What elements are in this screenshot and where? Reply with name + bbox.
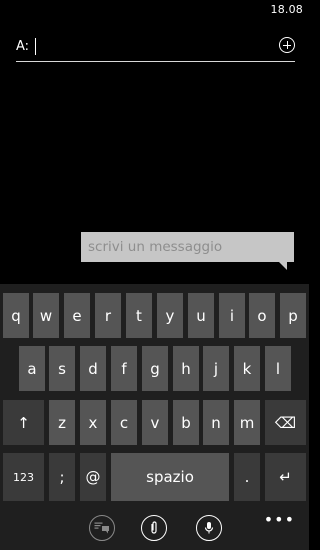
key-o[interactable]: o xyxy=(249,293,275,338)
backspace-key[interactable]: ⌫ xyxy=(265,400,306,445)
key-x[interactable]: x xyxy=(80,400,106,445)
key-m[interactable]: m xyxy=(234,400,260,445)
key-e[interactable]: e xyxy=(64,293,90,338)
message-input[interactable] xyxy=(81,232,294,262)
key-b[interactable]: b xyxy=(173,400,199,445)
key-d[interactable]: d xyxy=(80,346,106,391)
key-z[interactable]: z xyxy=(49,400,75,445)
compose-box[interactable] xyxy=(81,232,294,270)
key-q[interactable]: q xyxy=(3,293,29,338)
key-c[interactable]: c xyxy=(111,400,137,445)
key-y[interactable]: y xyxy=(157,293,183,338)
key-p[interactable]: p xyxy=(280,293,306,338)
recipient-underline xyxy=(16,61,295,62)
recipient-label: A: xyxy=(16,39,30,54)
semicolon-key[interactable]: ; xyxy=(49,453,75,501)
at-key[interactable]: @ xyxy=(80,453,106,501)
period-key[interactable]: . xyxy=(234,453,260,501)
add-contact-icon[interactable] xyxy=(279,37,295,53)
key-t[interactable]: t xyxy=(126,293,152,338)
attach-icon[interactable] xyxy=(141,515,167,541)
key-a[interactable]: a xyxy=(19,346,45,391)
key-w[interactable]: w xyxy=(33,293,59,338)
key-r[interactable]: r xyxy=(95,293,121,338)
key-g[interactable]: g xyxy=(142,346,168,391)
keyboard: q w e r t y u i o p a s d f g h j k l ↑ … xyxy=(0,284,309,510)
space-key[interactable]: spazio xyxy=(111,453,229,501)
key-i[interactable]: i xyxy=(219,293,245,338)
microphone-icon[interactable] xyxy=(196,515,222,541)
status-time: 18.08 xyxy=(270,3,303,16)
recipient-row: A: xyxy=(16,36,295,62)
numbers-key[interactable]: 123 xyxy=(3,453,44,501)
key-s[interactable]: s xyxy=(49,346,75,391)
key-h[interactable]: h xyxy=(173,346,199,391)
key-l[interactable]: l xyxy=(265,346,291,391)
key-j[interactable]: j xyxy=(203,346,229,391)
text-caret xyxy=(35,38,36,55)
recipient-input[interactable] xyxy=(36,36,272,58)
more-options[interactable]: ••• xyxy=(264,510,295,529)
key-u[interactable]: u xyxy=(188,293,214,338)
key-n[interactable]: n xyxy=(203,400,229,445)
speech-tail xyxy=(279,262,287,270)
mic-icon xyxy=(204,522,214,534)
enter-key[interactable]: ↵ xyxy=(265,453,306,501)
paperclip-icon xyxy=(151,521,157,534)
key-v[interactable]: v xyxy=(142,400,168,445)
key-k[interactable]: k xyxy=(234,346,260,391)
shift-key[interactable]: ↑ xyxy=(3,400,44,445)
key-f[interactable]: f xyxy=(111,346,137,391)
chat-switch-icon[interactable] xyxy=(89,515,115,541)
app-bar: ••• xyxy=(0,510,309,550)
chat-bubbles-icon xyxy=(94,522,109,534)
